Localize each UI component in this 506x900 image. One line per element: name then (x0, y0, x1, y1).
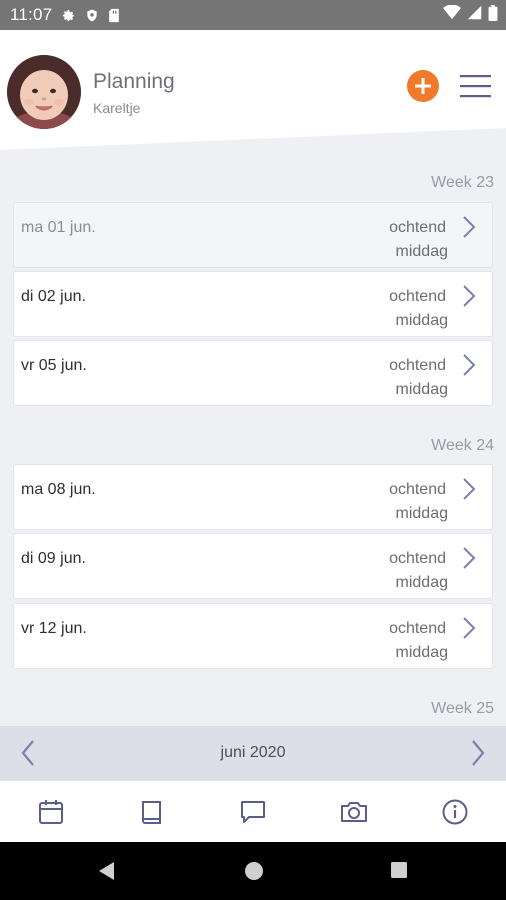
settings-status-icon (61, 8, 76, 23)
day-date: ma 01 jun. (21, 219, 96, 236)
day-part-morning: ochtend (389, 550, 446, 567)
day-date: vr 12 jun. (21, 620, 87, 637)
chevron-right-icon (463, 285, 476, 307)
chevron-right-icon (463, 617, 476, 639)
day-row[interactable]: vr 05 jun. ochtend middag (13, 340, 493, 406)
month-navigation: juni 2020 (0, 726, 506, 780)
app-header: Planning Kareltje (0, 30, 506, 150)
chevron-right-icon (463, 547, 476, 569)
week-header: Week 24 (431, 437, 494, 454)
week-header: Week 25 (431, 700, 494, 717)
sd-card-status-icon (108, 8, 120, 23)
day-date: di 02 jun. (21, 288, 86, 305)
bottom-tab-bar (0, 780, 506, 843)
status-time: 11:07 (10, 5, 53, 24)
day-date: di 09 jun. (21, 550, 86, 567)
day-date: ma 08 jun. (21, 481, 96, 498)
shield-status-icon (85, 8, 99, 23)
chat-icon (240, 801, 265, 823)
day-part-afternoon: middag (395, 644, 448, 661)
add-button[interactable] (407, 70, 439, 102)
day-row[interactable]: di 02 jun. ochtend middag (13, 271, 493, 337)
book-icon (141, 801, 161, 824)
tab-book[interactable] (132, 792, 172, 832)
day-part-afternoon: middag (395, 505, 448, 522)
chevron-right-icon (463, 354, 476, 376)
tab-info[interactable] (435, 792, 475, 832)
battery-icon (488, 4, 498, 26)
day-row[interactable]: ma 08 jun. ochtend middag (13, 464, 493, 530)
back-icon[interactable] (97, 861, 115, 881)
day-part-morning: ochtend (389, 288, 446, 305)
day-row[interactable]: di 09 jun. ochtend middag (13, 533, 493, 599)
chevron-right-icon (463, 478, 476, 500)
chevron-right-icon[interactable] (470, 739, 486, 767)
day-part-morning: ochtend (389, 357, 446, 374)
month-label: juni 2020 (220, 744, 286, 761)
calendar-icon (38, 800, 63, 824)
avatar (7, 55, 81, 129)
day-part-afternoon: middag (395, 243, 448, 260)
day-part-morning: ochtend (389, 481, 446, 498)
status-bar: 11:07 (0, 0, 506, 30)
tab-calendar[interactable] (31, 792, 71, 832)
cell-signal-icon (467, 5, 482, 25)
hamburger-icon (460, 75, 491, 98)
camera-icon (341, 802, 368, 822)
child-name: Kareltje (93, 100, 141, 116)
home-icon[interactable] (244, 861, 264, 881)
tab-chat[interactable] (233, 792, 273, 832)
recents-icon[interactable] (390, 861, 408, 879)
menu-button[interactable] (459, 72, 493, 100)
info-icon (442, 799, 468, 825)
system-nav-bar (0, 842, 506, 900)
chevron-right-icon (463, 216, 476, 238)
day-part-afternoon: middag (395, 574, 448, 591)
day-row[interactable]: vr 12 jun. ochtend middag (13, 603, 493, 669)
wifi-icon (443, 4, 461, 25)
planning-list[interactable]: Week 23 ma 01 jun. ochtend middag di 02 … (0, 150, 506, 726)
day-date: vr 05 jun. (21, 357, 87, 374)
week-header: Week 23 (431, 174, 494, 191)
day-part-afternoon: middag (395, 312, 448, 329)
tab-camera[interactable] (334, 792, 374, 832)
day-part-afternoon: middag (395, 381, 448, 398)
day-row[interactable]: ma 01 jun. ochtend middag (13, 202, 493, 268)
day-part-morning: ochtend (389, 219, 446, 236)
day-part-morning: ochtend (389, 620, 446, 637)
page-title: Planning (93, 70, 175, 93)
plus-icon (415, 78, 431, 94)
